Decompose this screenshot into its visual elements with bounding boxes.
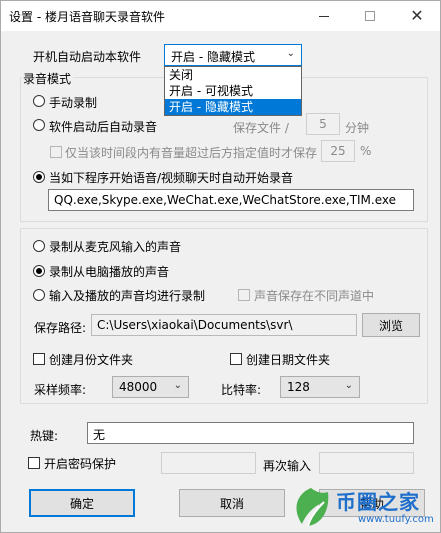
- leaf-logo-icon: [296, 488, 329, 527]
- close-button[interactable]: ✕: [394, 1, 440, 31]
- browse-button[interactable]: 浏览: [362, 313, 420, 337]
- save-every-unit: 分钟: [345, 121, 370, 135]
- save-path-input[interactable]: C:\Users\xiaokai\Documents\svr\: [91, 314, 357, 336]
- bitrate-value: 128: [287, 380, 310, 394]
- hotkey-input[interactable]: 无: [87, 422, 414, 444]
- radio-manual-label[interactable]: 手动录制: [49, 94, 97, 111]
- password-repeat-input[interactable]: [319, 452, 414, 474]
- separate-channels-label: 声音保存在不同声道中: [254, 289, 375, 303]
- month-folder-checkbox[interactable]: [33, 353, 45, 365]
- startup-select[interactable]: 开启 - 隐藏模式 ⌄: [164, 44, 302, 66]
- save-every-label: 保存文件 /: [233, 121, 289, 135]
- separate-channels-checkbox[interactable]: [238, 289, 250, 301]
- minimize-icon: [319, 15, 329, 17]
- radio-from-speaker[interactable]: [33, 265, 45, 277]
- save-every-input[interactable]: 5: [306, 113, 340, 135]
- volume-only-checkbox[interactable]: [50, 146, 62, 158]
- watermark-text: 币圈之家: [336, 490, 420, 514]
- save-path-label: 保存路径:: [34, 321, 87, 335]
- sample-rate-label: 采样频率:: [34, 383, 87, 397]
- startup-option-hidden[interactable]: 开启 - 隐藏模式: [165, 99, 301, 115]
- password-checkbox[interactable]: [28, 457, 40, 469]
- password-repeat-label: 再次输入: [263, 459, 312, 473]
- chevron-down-icon: ⌄: [173, 380, 182, 391]
- minimize-button[interactable]: [301, 1, 347, 31]
- cancel-button[interactable]: 取消: [179, 489, 285, 517]
- settings-window: 设置 - 楼月语音聊天录音软件 ✕ 开机自动启动本软件 录音模式 手动录制 软件…: [0, 0, 441, 533]
- startup-label: 开机自动启动本软件: [33, 50, 142, 64]
- radio-auto-after-start-label[interactable]: 软件启动后自动录音: [49, 118, 157, 135]
- bitrate-label: 比特率:: [221, 383, 262, 397]
- sample-rate-value: 48000: [119, 380, 158, 394]
- radio-on-program-start[interactable]: [33, 171, 45, 183]
- record-mode-group-label: 录音模式: [21, 70, 74, 87]
- password-label[interactable]: 开启密码保护: [44, 455, 116, 472]
- chevron-down-icon: ⌄: [344, 380, 353, 391]
- window-title: 设置 - 楼月语音聊天录音软件: [9, 10, 165, 24]
- close-icon: ✕: [410, 6, 424, 25]
- title-bar: 设置 - 楼月语音聊天录音软件 ✕: [1, 1, 440, 31]
- date-folder-checkbox[interactable]: [230, 353, 242, 365]
- startup-dropdown-list: 关闭 开启 - 可视模式 开启 - 隐藏模式: [164, 66, 302, 116]
- volume-threshold-unit: %: [360, 144, 372, 158]
- startup-option-visible[interactable]: 开启 - 可视模式: [165, 83, 301, 99]
- programs-input[interactable]: QQ.exe,Skype.exe,WeChat.exe,WeChatStore.…: [48, 189, 414, 211]
- radio-both-label[interactable]: 输入及播放的声音均进行录制: [49, 287, 205, 304]
- chevron-down-icon: ⌄: [286, 48, 295, 59]
- month-folder-label[interactable]: 创建月份文件夹: [49, 351, 133, 368]
- sample-rate-select[interactable]: 48000 ⌄: [112, 376, 189, 398]
- radio-both[interactable]: [33, 289, 45, 301]
- maximize-button[interactable]: [347, 1, 393, 31]
- radio-from-mic-label[interactable]: 录制从麦克风输入的声音: [49, 238, 181, 255]
- startup-select-value: 开启 - 隐藏模式: [171, 50, 255, 64]
- watermark-url: www.tuufy.com: [358, 514, 434, 525]
- startup-option-off[interactable]: 关闭: [165, 67, 301, 83]
- radio-on-program-start-label[interactable]: 当如下程序开始语音/视频聊天时自动开始录音: [49, 169, 293, 186]
- date-folder-label[interactable]: 创建日期文件夹: [246, 351, 330, 368]
- ok-button[interactable]: 确定: [29, 489, 135, 517]
- watermark-logo: 币圈之家 www.tuufy.com: [286, 484, 436, 530]
- bitrate-select[interactable]: 128 ⌄: [280, 376, 360, 398]
- radio-from-speaker-label[interactable]: 录制从电脑播放的声音: [49, 263, 169, 280]
- hotkey-label: 热键:: [30, 429, 59, 443]
- volume-only-label: 仅当该时间段内有音量超过后方指定值时才保存: [65, 146, 318, 160]
- radio-manual[interactable]: [33, 95, 45, 107]
- radio-auto-after-start[interactable]: [33, 119, 45, 131]
- password-input[interactable]: [161, 452, 256, 474]
- volume-threshold-input[interactable]: 25: [321, 140, 355, 162]
- maximize-icon: [365, 11, 375, 21]
- radio-from-mic[interactable]: [33, 240, 45, 252]
